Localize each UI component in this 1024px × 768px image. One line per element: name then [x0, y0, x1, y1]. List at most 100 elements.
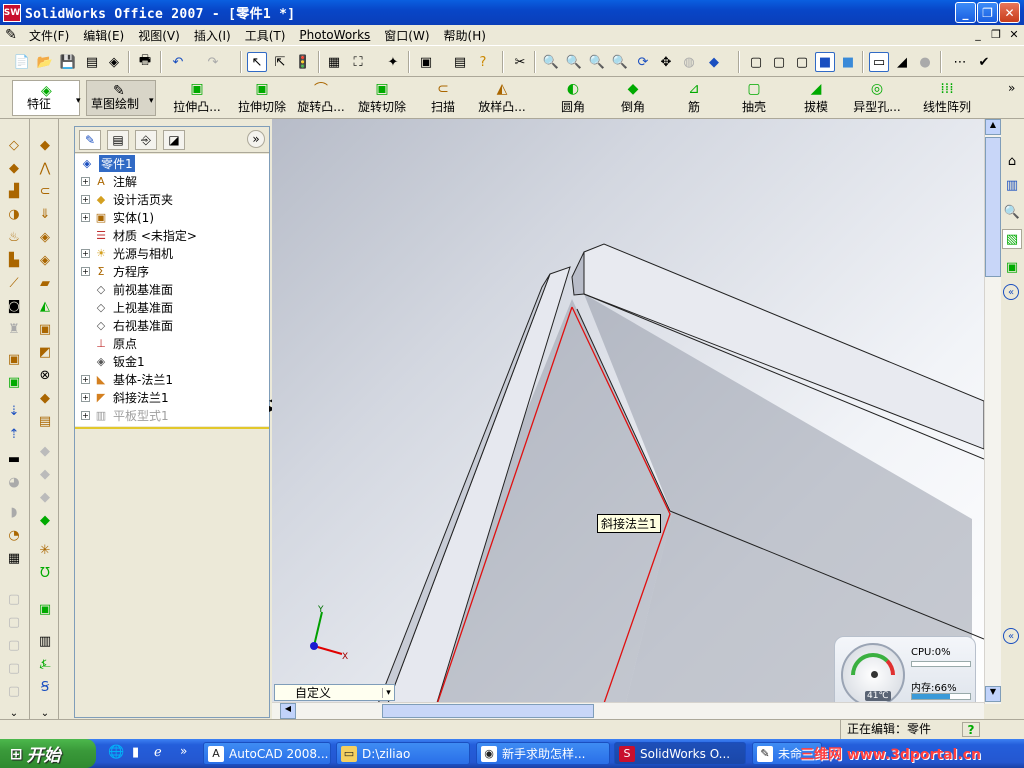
break-corner-icon[interactable]: ▣ — [35, 319, 55, 339]
zoom-selection-icon[interactable]: 🔍 — [610, 52, 630, 72]
menu-help[interactable]: 帮助(H) — [437, 27, 493, 44]
doc-minimize-button[interactable]: _ — [970, 27, 986, 42]
insert-bends-icon[interactable]: ◆ — [35, 388, 55, 408]
display-options-icon[interactable]: ⛶ — [348, 52, 368, 72]
rip-icon[interactable]: ▤ — [35, 411, 55, 431]
sheet-tool-4-icon[interactable]: ▢ — [4, 658, 24, 678]
print-icon[interactable]: 🖶 — [135, 52, 155, 72]
forming-tool-icon[interactable]: ◩ — [35, 342, 55, 362]
jog-icon[interactable]: ◈ — [35, 227, 55, 247]
menu-insert[interactable]: 插入(I) — [187, 27, 238, 44]
arc-icon[interactable]: ◑ — [4, 204, 24, 224]
task-folder[interactable]: ▭ D:\ziliao — [336, 742, 470, 765]
appearance-icon[interactable]: ▣ — [1002, 257, 1022, 277]
move-icon[interactable]: ⇡ — [4, 424, 24, 444]
mate-icon[interactable]: ⇣ — [4, 401, 24, 421]
zoom-area-icon[interactable]: 🔍 — [564, 52, 584, 72]
curves-icon[interactable]: ◕ — [4, 472, 24, 492]
solidworks-app-icon[interactable]: SW — [3, 3, 21, 22]
reference-curve-icon[interactable]: Ʊ — [35, 563, 55, 583]
task-browser[interactable]: ◉ 新手求助怎样... — [476, 742, 610, 765]
tree-item[interactable]: + ▥ 平板型式1 — [81, 406, 169, 424]
menu-tools[interactable]: 工具(T) — [238, 27, 293, 44]
title-bar[interactable]: SW SolidWorks Office 2007 - [零件1 *] _ ❐ … — [0, 0, 1024, 25]
trim-icon[interactable]: ⟋ — [4, 273, 24, 293]
perspective-icon[interactable]: ◢ — [892, 52, 912, 72]
unfold-icon[interactable]: ◆ — [35, 441, 55, 461]
wireframe-icon[interactable]: ▢ — [746, 52, 766, 72]
projected-curve-icon[interactable]: ⍼ — [35, 654, 55, 674]
start-button[interactable]: ⊞ 开始 — [0, 739, 96, 768]
hidden-lines-removed-icon[interactable]: ▢ — [792, 52, 812, 72]
new-document-icon[interactable]: 📄 — [12, 52, 32, 72]
chevron-down-icon[interactable]: ▾ — [149, 96, 154, 106]
menu-view[interactable]: 视图(V) — [131, 27, 187, 44]
task-solidworks[interactable]: S SolidWorks O... — [614, 742, 746, 765]
tree-item[interactable]: +◇前视基准面 — [81, 280, 173, 298]
fold-icon[interactable]: ◆ — [35, 464, 55, 484]
configuration-tab-icon[interactable]: ⎆ — [135, 130, 157, 150]
expand-toggle-icon[interactable]: + — [81, 392, 90, 402]
extruded-surface-icon[interactable]: ▣ — [35, 599, 55, 619]
expand-toggle-icon[interactable]: + — [81, 176, 90, 186]
smart-dimension-icon[interactable]: ◆ — [4, 158, 24, 178]
minimize-button[interactable]: _ — [955, 2, 976, 23]
weldment-icon[interactable]: ◔ — [4, 525, 24, 545]
file-explorer-icon[interactable]: 🔍 — [1002, 202, 1022, 222]
view-palette-icon[interactable]: ▧ — [1002, 229, 1022, 249]
grid-icon[interactable]: ▦ — [324, 52, 344, 72]
hem-icon[interactable]: ⇓ — [35, 204, 55, 224]
mirror-icon[interactable]: ♜ — [4, 319, 24, 339]
design-library-icon[interactable]: ▥ — [1002, 175, 1022, 195]
publish-icon[interactable]: ◈ — [104, 52, 124, 72]
rectangle-icon[interactable]: ▟ — [4, 181, 24, 201]
doc-restore-button[interactable]: ❐ — [988, 27, 1004, 42]
options-icon[interactable]: ▤ — [450, 52, 470, 72]
help-question-icon[interactable]: ? — [473, 52, 493, 72]
dimxpert-tab-icon[interactable]: ◪ — [163, 130, 185, 150]
restore-button[interactable]: ❐ — [977, 2, 998, 23]
open-folder-icon[interactable]: 📂 — [35, 52, 55, 72]
expand-toggle-icon[interactable]: + — [81, 248, 90, 258]
polygon-icon[interactable]: ▙ — [4, 250, 24, 270]
expand-panel-icon[interactable]: » — [247, 130, 265, 148]
axis-icon[interactable]: ▣ — [4, 372, 24, 392]
expand-toggle-icon[interactable]: + — [81, 194, 90, 204]
welded-corner-icon[interactable]: ◭ — [35, 296, 55, 316]
sketch-line-icon[interactable]: ◇ — [4, 135, 24, 155]
miter-flange-icon[interactable]: ⊂ — [35, 181, 55, 201]
select-pointer-icon[interactable]: ↖ — [247, 52, 267, 72]
flatten-icon[interactable]: ◆ — [35, 487, 55, 507]
tree-item[interactable]: + ◤ 斜接法兰1 — [81, 388, 169, 406]
feature-tree-tab-icon[interactable]: ✎ — [79, 130, 101, 150]
zoom-fit-icon[interactable]: 🔍 — [541, 52, 561, 72]
shadows-icon[interactable]: ▭ — [869, 52, 889, 72]
expand-toggle-icon[interactable]: + — [81, 266, 90, 276]
scroll-down-icon[interactable]: ▼ — [985, 686, 1001, 702]
expand-toggle-icon[interactable]: + — [81, 374, 90, 384]
browser-icon[interactable]: ℯ — [154, 745, 162, 760]
tree-item[interactable]: + ◣ 基体-法兰1 — [81, 370, 173, 388]
model-view[interactable]: Y X — [272, 119, 984, 719]
quicklaunch-overflow-icon[interactable]: » — [180, 744, 187, 758]
tree-item[interactable]: +⊥原点 — [81, 334, 137, 352]
no-bends-icon[interactable]: ⊗ — [35, 365, 55, 385]
base-flange-icon[interactable]: ◆ — [35, 135, 55, 155]
scroll-up-icon[interactable]: ▲ — [985, 119, 1001, 135]
zoom-in-out-icon[interactable]: 🔍 — [587, 52, 607, 72]
pan-icon[interactable]: ✥ — [656, 52, 676, 72]
check-icon[interactable]: ✔ — [974, 52, 994, 72]
roll-view-icon[interactable]: ◍ — [679, 52, 699, 72]
document-menu-icon[interactable]: ✎ — [0, 27, 22, 43]
tree-item[interactable]: + A 注解 — [81, 172, 137, 190]
tree-item[interactable]: +◇右视基准面 — [81, 316, 173, 334]
features-tab[interactable]: ◈ 特征 ▾ — [12, 80, 81, 116]
view-select-dropdown[interactable]: 自定义 ▾ — [274, 684, 395, 701]
tree-item[interactable]: + ▣ 实体(1) — [81, 208, 154, 226]
tree-item[interactable]: + ◆ 设计活页夹 — [81, 190, 173, 208]
select-filter-icon[interactable]: ⇱ — [270, 52, 290, 72]
menu-file[interactable]: 文件(F) — [22, 27, 76, 44]
loft-boss-button[interactable]: ◭ 放样凸... — [474, 80, 530, 116]
plane-icon[interactable]: ▣ — [4, 349, 24, 369]
expand-toggle-icon[interactable]: + — [81, 212, 90, 222]
